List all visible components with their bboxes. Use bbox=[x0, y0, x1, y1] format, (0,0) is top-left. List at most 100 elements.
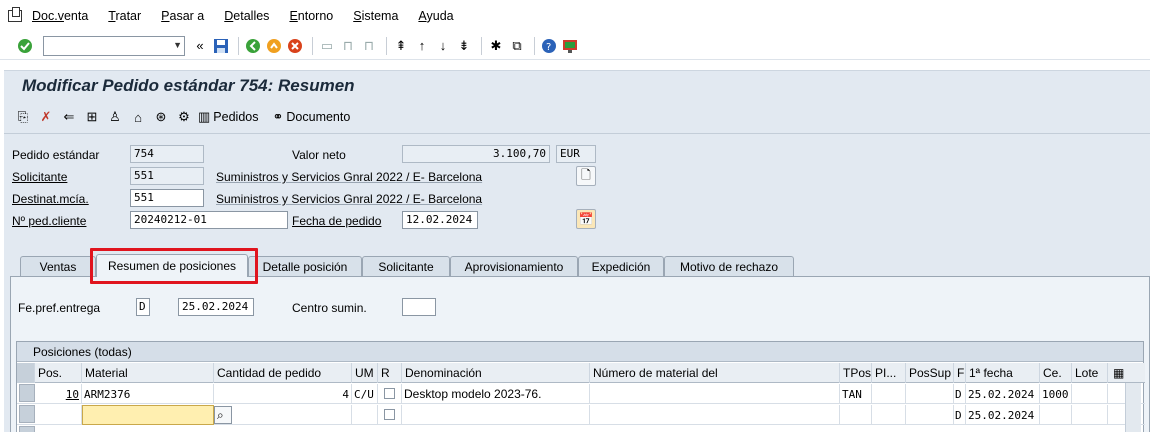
cell-ce[interactable] bbox=[1040, 405, 1072, 425]
cell-material-input[interactable] bbox=[82, 405, 214, 425]
checkbox[interactable] bbox=[384, 388, 395, 399]
cell-tpos[interactable] bbox=[840, 405, 872, 425]
table-settings-icon[interactable]: ▦ bbox=[1110, 363, 1130, 383]
menu-detalles[interactable]: Detalles bbox=[224, 9, 269, 23]
ped-cliente-field[interactable]: 20240212-01 bbox=[130, 211, 288, 229]
cell-possup[interactable] bbox=[906, 384, 954, 404]
cell-denominacion[interactable] bbox=[402, 405, 590, 425]
table-scrollbar[interactable] bbox=[1125, 383, 1141, 432]
col-um[interactable]: UM bbox=[352, 363, 378, 383]
cell-num-material[interactable] bbox=[590, 384, 840, 404]
save-icon[interactable] bbox=[212, 37, 230, 55]
cell-material[interactable]: ARM2376 bbox=[82, 384, 214, 404]
tab-aprovisionamiento[interactable]: Aprovisionamiento bbox=[450, 256, 578, 276]
col-lote[interactable]: Lote bbox=[1072, 363, 1108, 383]
fe-pref-unit-field[interactable]: D bbox=[136, 298, 150, 316]
cell-fecha[interactable]: 25.02.2024 bbox=[966, 405, 1040, 425]
command-field[interactable]: ▼ bbox=[43, 35, 185, 56]
col-tpos[interactable]: TPos bbox=[840, 363, 872, 383]
select-all-column[interactable] bbox=[17, 363, 35, 383]
document-button[interactable]: ⚭ Documento bbox=[272, 109, 350, 125]
orders-button[interactable]: ▥ Pedidos bbox=[198, 109, 258, 125]
menu-ayuda[interactable]: Ayuda bbox=[418, 9, 453, 23]
col-pi[interactable]: PI... bbox=[872, 363, 906, 383]
tab-ventas[interactable]: Ventas bbox=[20, 256, 96, 276]
centro-sumin-field[interactable] bbox=[402, 298, 436, 316]
cell-um[interactable]: C/U bbox=[352, 384, 378, 404]
destinat-field[interactable]: 551 bbox=[130, 189, 204, 207]
cell-pi[interactable] bbox=[872, 384, 906, 404]
enter-check-icon[interactable] bbox=[16, 37, 34, 55]
header-text-button[interactable]: 🗋 bbox=[576, 166, 596, 186]
display-change-icon[interactable]: ⎘ bbox=[14, 108, 32, 126]
system-menu-icon[interactable] bbox=[8, 7, 22, 22]
header-detail-icon[interactable]: ⊞ bbox=[83, 108, 101, 126]
tab-expedicion[interactable]: Expedición bbox=[578, 256, 664, 276]
col-denominacion[interactable]: Denominación bbox=[402, 363, 590, 383]
tab-detalle-posicion[interactable]: Detalle posición bbox=[248, 256, 362, 276]
tab-motivo-rechazo[interactable]: Motivo de rechazo bbox=[664, 256, 794, 276]
next-page-icon[interactable]: ↓ bbox=[434, 37, 452, 55]
find-next-icon[interactable]: ⊓ bbox=[360, 37, 378, 55]
customize-layout-icon[interactable] bbox=[561, 37, 579, 55]
cell-lote[interactable] bbox=[1072, 405, 1108, 425]
cell-fecha[interactable]: 25.02.2024 bbox=[966, 384, 1040, 404]
cell-um[interactable] bbox=[352, 405, 378, 425]
back-icon[interactable] bbox=[244, 37, 262, 55]
first-page-icon[interactable]: ⇞ bbox=[392, 37, 410, 55]
search-help-button[interactable]: ⌕ bbox=[214, 406, 232, 424]
cell-f[interactable]: D bbox=[954, 384, 966, 404]
cell-tpos[interactable]: TAN bbox=[840, 384, 872, 404]
shortcut-icon[interactable]: ⧉ bbox=[508, 37, 526, 55]
cell-r[interactable] bbox=[378, 384, 402, 404]
find-icon[interactable]: ⊓ bbox=[339, 37, 357, 55]
cell-pos[interactable] bbox=[35, 405, 82, 425]
cell-f[interactable]: D bbox=[954, 405, 966, 425]
home-icon[interactable]: ⌂ bbox=[129, 108, 147, 126]
exit-icon[interactable] bbox=[265, 37, 283, 55]
row-selector[interactable] bbox=[19, 384, 35, 402]
cell-ce[interactable]: 1000 bbox=[1040, 384, 1072, 404]
previous-page-icon[interactable]: ↑ bbox=[413, 37, 431, 55]
menu-sistema[interactable]: Sistema bbox=[353, 9, 398, 23]
cell-pos[interactable]: 10 bbox=[35, 384, 82, 404]
help-icon[interactable]: ? bbox=[540, 37, 558, 55]
calendar-button[interactable]: 📅 bbox=[576, 209, 596, 229]
cell-cantidad[interactable]: 4 bbox=[214, 384, 352, 404]
cell-pi[interactable] bbox=[872, 405, 906, 425]
cell-r[interactable] bbox=[378, 405, 402, 425]
menu-doc-venta[interactable]: Doc.venta bbox=[32, 9, 88, 23]
tab-solicitante[interactable]: Solicitante bbox=[362, 256, 450, 276]
new-session-icon[interactable]: ✱ bbox=[487, 37, 505, 55]
row-selector[interactable] bbox=[19, 405, 35, 423]
col-cantidad[interactable]: Cantidad de pedido bbox=[214, 363, 352, 383]
status-icon[interactable]: ⚙ bbox=[175, 108, 193, 126]
cell-num-material[interactable] bbox=[590, 405, 840, 425]
print-icon[interactable]: ▭ bbox=[318, 37, 336, 55]
col-possup[interactable]: PosSup bbox=[906, 363, 954, 383]
checkbox[interactable] bbox=[384, 409, 395, 420]
col-fecha[interactable]: 1ª fecha bbox=[966, 363, 1040, 383]
partner-icon[interactable]: ♙ bbox=[106, 108, 124, 126]
col-pos[interactable]: Pos. bbox=[35, 363, 82, 383]
col-material[interactable]: Material bbox=[82, 363, 214, 383]
row-selector[interactable] bbox=[19, 426, 35, 432]
menu-pasar-a[interactable]: Pasar a bbox=[161, 9, 204, 23]
col-f[interactable]: F bbox=[954, 363, 966, 383]
delete-icon[interactable]: ✗ bbox=[37, 108, 55, 126]
cell-denominacion[interactable]: Desktop modelo 2023-76. bbox=[402, 384, 590, 404]
copy-icon[interactable]: ⇐ bbox=[60, 108, 78, 126]
col-r[interactable]: R bbox=[378, 363, 402, 383]
cancel-icon[interactable] bbox=[286, 37, 304, 55]
cell-cantidad[interactable] bbox=[232, 405, 352, 425]
last-page-icon[interactable]: ⇟ bbox=[455, 37, 473, 55]
menu-entorno[interactable]: Entorno bbox=[289, 9, 333, 23]
fe-pref-date-field[interactable]: 25.02.2024 bbox=[178, 298, 254, 316]
col-ce[interactable]: Ce. bbox=[1040, 363, 1072, 383]
cell-possup[interactable] bbox=[906, 405, 954, 425]
cell-lote[interactable] bbox=[1072, 384, 1108, 404]
document-flow-icon[interactable]: ⊛ bbox=[152, 108, 170, 126]
collapse-icon[interactable]: « bbox=[191, 37, 209, 55]
fecha-pedido-field[interactable]: 12.02.2024 bbox=[402, 211, 478, 229]
menu-tratar[interactable]: Tratar bbox=[108, 9, 141, 23]
